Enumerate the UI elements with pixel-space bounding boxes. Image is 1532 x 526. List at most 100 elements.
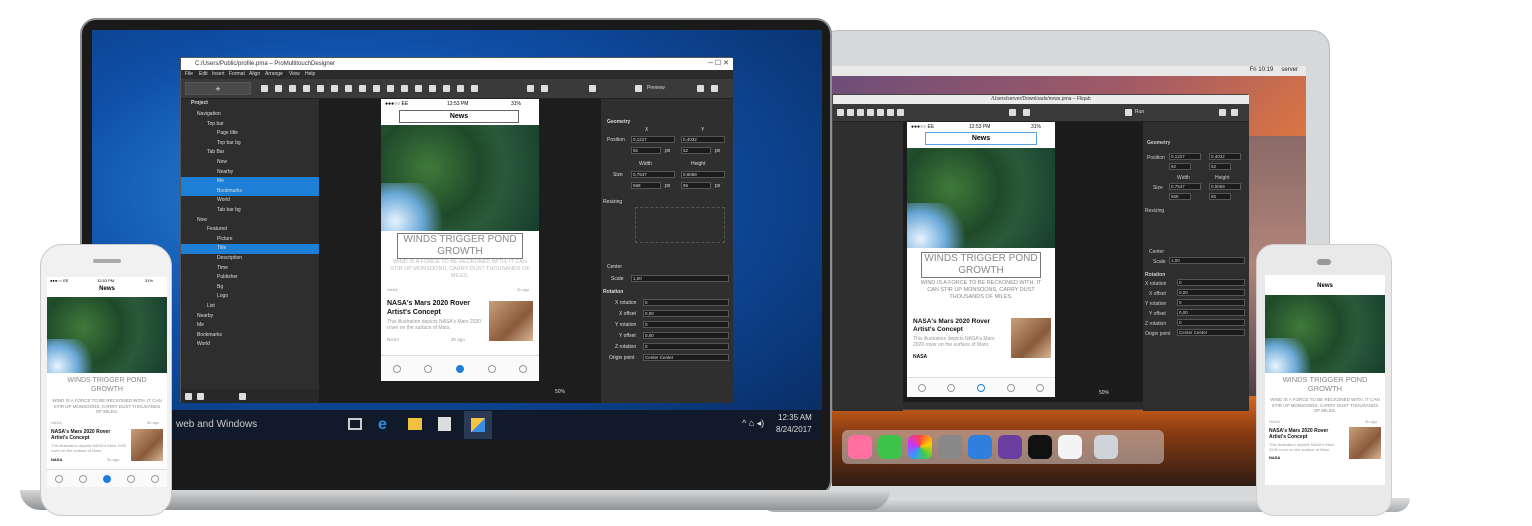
grid-tool-icon[interactable] [457,85,464,92]
list-tool-icon[interactable] [289,85,296,92]
featured-title[interactable]: WINDS TRIGGER POND GROWTH [921,252,1041,278]
menu-align[interactable]: Align [249,70,260,79]
edge-icon[interactable]: e [378,416,387,434]
layer-row[interactable]: Nearby [181,312,319,322]
mac-size-h-px-field[interactable]: 65 [1209,193,1231,200]
bookmarks-tab-icon[interactable] [487,364,496,373]
layer-row[interactable]: Bookmarks [181,186,319,197]
size-w-field[interactable]: 0,7547 [631,171,675,178]
position-y-px-field[interactable]: 52 [681,147,711,154]
layer-row[interactable]: World [181,196,319,206]
window-controls-icon[interactable]: ─ ☐ ✕ [708,58,729,70]
mac-size-w-px-field[interactable]: 568 [1169,193,1191,200]
now-tab-icon[interactable] [917,383,926,392]
music-dock-icon[interactable] [848,435,872,459]
grid-tool-icon[interactable] [887,109,894,116]
mac-y-rotation-field[interactable]: 0 [1177,299,1245,306]
size-h-field[interactable]: 0,5069 [681,171,725,178]
menu-file[interactable]: File [185,70,193,79]
preview-icon[interactable] [635,85,642,92]
run-label[interactable]: Run [1135,109,1144,115]
pixel-featured-picture[interactable] [1265,295,1385,373]
layer-row[interactable]: Top bar bg [181,139,319,149]
now-tab-icon[interactable] [392,364,401,373]
designer-dock-icon[interactable] [1058,435,1082,459]
facetime-dock-icon[interactable] [878,435,902,459]
world-tab-icon[interactable] [519,364,528,373]
video-tool-icon[interactable] [359,85,366,92]
bookmarks-tab-icon[interactable] [1006,383,1015,392]
shape-tool-icon[interactable] [415,85,422,92]
delete-icon[interactable] [239,393,246,400]
x-rotation-field[interactable]: 0 [643,299,729,306]
now-tab-icon[interactable] [55,474,63,483]
layer-row[interactable]: Bg [181,283,319,293]
mac-x-offset-field[interactable]: 0,00 [1177,289,1245,296]
layer-row[interactable]: Navigation [181,110,319,120]
photos-dock-icon[interactable] [908,435,932,459]
layer-row[interactable]: World [181,340,319,350]
menu-insert[interactable]: Insert [212,70,225,79]
designer-taskbar-button[interactable] [464,411,492,439]
layer-row[interactable]: Logo [181,292,319,302]
pause-icon[interactable] [1009,109,1016,116]
text-tool-icon[interactable] [837,109,844,116]
nearby-tab-icon[interactable] [424,364,433,373]
iphone-featured-picture[interactable] [47,297,167,373]
preview-label[interactable]: Preview [647,85,665,91]
z-rotation-field[interactable]: 0 [643,343,729,350]
featured-title[interactable]: WINDS TRIGGER POND GROWTH [397,233,523,259]
trash-dock-icon[interactable] [1094,435,1118,459]
size-w-px-field[interactable]: 568 [631,182,661,189]
mac-design-canvas[interactable]: ●●●○○ EE 12:53 PM 31% News WINDS TRIGGER… [903,122,1143,402]
layer-row[interactable]: Description [181,254,319,264]
bookmarks-tab-icon[interactable] [127,474,135,483]
pause-icon[interactable] [527,85,534,92]
mac-pos-x-px-field[interactable]: 92 [1169,163,1191,170]
store-icon[interactable] [438,417,451,431]
position-x-field[interactable]: 0,1227 [631,136,675,143]
layer-row[interactable]: Top bar [181,120,319,130]
me-tab-icon[interactable] [455,364,464,373]
device-select-icon[interactable] [541,85,548,92]
device-select-icon[interactable] [1023,109,1030,116]
menu-view[interactable]: View [289,70,300,79]
win-design-canvas[interactable]: ●●●○○ EE 12:53 PM 31% News WINDS TRIGGER… [319,99,601,403]
cube-tool-icon[interactable] [429,85,436,92]
image-tool-icon[interactable] [261,85,268,92]
page-title[interactable]: News [399,110,519,123]
y-rotation-field[interactable]: 0 [643,321,729,328]
panel-left-icon[interactable] [697,85,704,92]
mac-origin-select[interactable]: Center Center [1177,329,1245,336]
x-offset-field[interactable]: 0,00 [643,310,729,317]
clock-date[interactable]: 8/24/2017 [776,425,812,434]
calendar-tool-icon[interactable] [471,85,478,92]
task-view-icon[interactable] [348,418,362,430]
layer-row[interactable]: Time [181,264,319,274]
layer-row[interactable]: Publisher [181,273,319,283]
image-tool-icon[interactable] [847,109,854,116]
camera-tool-icon[interactable] [857,109,864,116]
new-page-icon[interactable] [185,393,192,400]
layer-row[interactable]: Tab bar bg [181,206,319,216]
mac-pos-x-field[interactable]: 0,1227 [1169,153,1201,160]
world-tab-icon[interactable] [151,474,159,483]
position-y-field[interactable]: 0,4032 [681,136,725,143]
globe-tool-icon[interactable] [331,85,338,92]
mac-z-rotation-field[interactable]: 0 [1177,319,1245,326]
layer-row[interactable]: List [181,302,319,312]
menu-format[interactable]: Format [229,70,245,79]
world-tab-icon[interactable] [1036,383,1045,392]
layer-row[interactable]: Nearby [181,168,319,178]
scale-field[interactable]: 1,00 [631,275,729,282]
mac-pos-y-field[interactable]: 0,4032 [1209,153,1241,160]
explorer-icon[interactable] [408,418,422,430]
clock-time[interactable]: 12:35 AM [778,413,812,422]
terminal-dock-icon[interactable] [1028,435,1052,459]
menu-edit[interactable]: Edit [199,70,208,79]
win-zoom-level[interactable]: 50% [555,389,565,395]
layer-row[interactable]: Now [181,216,319,226]
calendar-tool-icon[interactable] [897,109,904,116]
mac-size-h-field[interactable]: 0,5069 [1209,183,1241,190]
panel-left-icon[interactable] [1219,109,1226,116]
